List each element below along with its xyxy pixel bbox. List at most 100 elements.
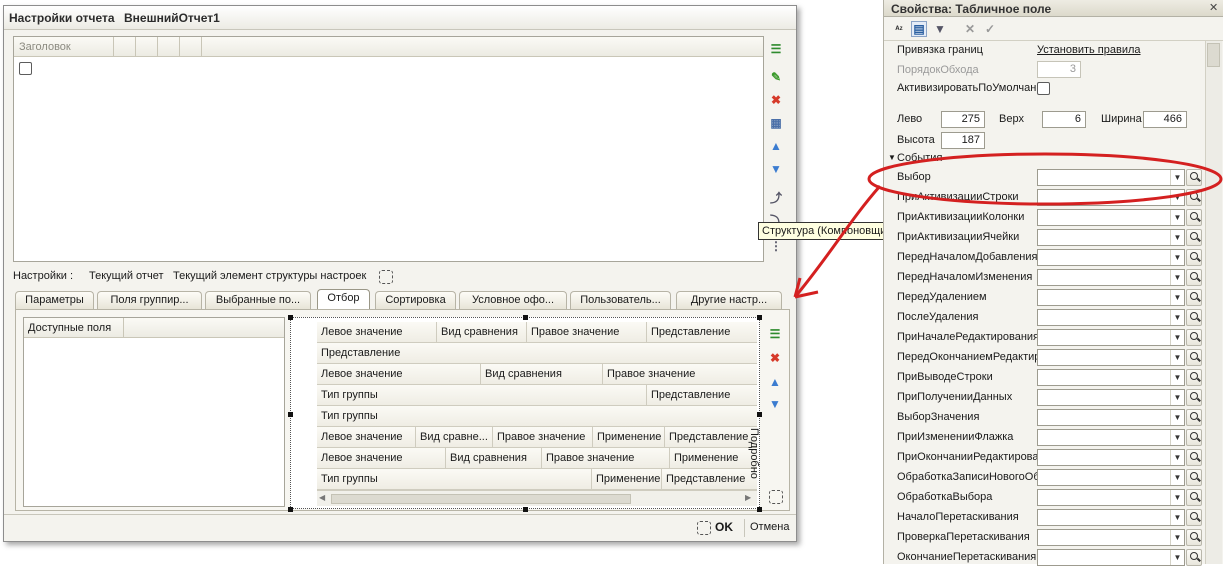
open-handler-icon[interactable] [1186,449,1202,466]
structure-tree[interactable]: Заголовок [13,36,764,262]
tab-parameters[interactable]: Параметры [15,291,94,310]
properties-icon[interactable]: ▦ [768,115,784,131]
open-handler-icon[interactable] [1186,529,1202,546]
tab-group-fields[interactable]: Поля группир... [97,291,202,310]
level-up-icon[interactable]: ⤴ [768,189,784,205]
event-handler-field[interactable]: ▼ [1037,449,1185,466]
move-down-icon[interactable]: ▼ [768,161,784,177]
ok-button[interactable]: OK [715,520,733,534]
open-handler-icon[interactable] [1186,269,1202,286]
dropdown-arrow-icon[interactable]: ▼ [1170,410,1184,425]
dropdown-arrow-icon[interactable]: ▼ [1170,330,1184,345]
open-handler-icon[interactable] [1186,469,1202,486]
tab-conditional-format[interactable]: Условное офо... [459,291,567,310]
dropdown-arrow-icon[interactable]: ▼ [1170,190,1184,205]
cancel-button[interactable]: Отмена [750,521,789,533]
filter-icon[interactable]: ▼ [932,21,948,37]
properties-scrollbar[interactable] [1205,41,1222,564]
sort-alphabetical-icon[interactable]: ᴬᶻ [891,21,907,37]
dropdown-arrow-icon[interactable]: ▼ [1170,390,1184,405]
tab-selected-fields[interactable]: Выбранные по... [205,291,311,310]
event-handler-field[interactable]: ▼ [1037,209,1185,226]
open-handler-icon[interactable] [1186,169,1202,186]
delete-icon[interactable]: ✖ [767,350,783,366]
edit-pencil-icon[interactable]: ✎ [768,69,784,85]
open-handler-icon[interactable] [1186,549,1202,566]
dropdown-arrow-icon[interactable]: ▼ [1170,510,1184,525]
event-handler-field[interactable]: ▼ [1037,409,1185,426]
scroll-thumb[interactable] [331,494,631,504]
use-checkbox[interactable] [19,62,32,75]
event-handler-field[interactable]: ▼ [1037,309,1185,326]
tab-user-fields[interactable]: Пользователь... [570,291,671,310]
selection-icon[interactable] [379,270,393,284]
detail-toggle[interactable]: Подробно [746,428,760,479]
event-handler-field[interactable]: ▼ [1037,369,1185,386]
dropdown-arrow-icon[interactable]: ▼ [1170,170,1184,185]
height-field[interactable]: 187 [941,132,985,149]
scroll-left-icon[interactable]: ◀ [319,493,325,502]
event-handler-field[interactable]: ▼ [1037,529,1185,546]
event-handler-field[interactable]: ▼ [1037,349,1185,366]
open-handler-icon[interactable] [1186,389,1202,406]
event-handler-field[interactable]: ▼ [1037,289,1185,306]
add-condition-icon[interactable]: ☰ [767,326,783,342]
tab-sorting[interactable]: Сортировка [375,291,456,310]
event-handler-field[interactable]: ▼ [1037,389,1185,406]
dropdown-arrow-icon[interactable]: ▼ [1170,350,1184,365]
event-handler-field[interactable]: ▼ [1037,489,1185,506]
tab-filter[interactable]: Отбор [317,289,370,310]
open-handler-icon[interactable] [1186,329,1202,346]
event-handler-field[interactable]: ▼ [1037,329,1185,346]
selection-icon[interactable] [769,490,783,504]
open-handler-icon[interactable] [1186,209,1202,226]
dropdown-arrow-icon[interactable]: ▼ [1170,230,1184,245]
tab-order-field[interactable]: 3 [1037,61,1081,78]
open-handler-icon[interactable] [1186,429,1202,446]
activate-default-checkbox[interactable] [1037,82,1050,95]
event-handler-field[interactable]: ▼ [1037,509,1185,526]
dropdown-arrow-icon[interactable]: ▼ [1170,430,1184,445]
dropdown-arrow-icon[interactable]: ▼ [1170,470,1184,485]
dropdown-arrow-icon[interactable]: ▼ [1170,370,1184,385]
clear-icon[interactable]: ✕ [962,21,978,37]
tab-other-settings[interactable]: Другие настр... [676,291,782,310]
more-icon[interactable]: ⋮ [768,238,784,254]
dropdown-arrow-icon[interactable]: ▼ [1170,450,1184,465]
scroll-thumb[interactable] [1207,43,1220,67]
current-element-link[interactable]: Текущий элемент структуры настроек [173,270,366,282]
scroll-right-icon[interactable]: ▶ [745,493,751,502]
close-icon[interactable]: ✕ [1209,1,1218,14]
event-handler-field[interactable]: ▼ [1037,469,1185,486]
open-handler-icon[interactable] [1186,229,1202,246]
event-handler-field[interactable]: ▼ [1037,269,1185,286]
set-rules-link[interactable]: Установить правила [1037,44,1141,56]
apply-icon[interactable]: ✓ [982,21,998,37]
open-handler-icon[interactable] [1186,409,1202,426]
top-field[interactable]: 6 [1042,111,1086,128]
dropdown-arrow-icon[interactable]: ▼ [1170,250,1184,265]
dropdown-arrow-icon[interactable]: ▼ [1170,210,1184,225]
delete-icon[interactable]: ✖ [768,92,784,108]
dropdown-arrow-icon[interactable]: ▼ [1170,490,1184,505]
open-handler-icon[interactable] [1186,249,1202,266]
event-handler-field[interactable]: ▼ [1037,229,1185,246]
move-up-icon[interactable]: ▲ [768,138,784,154]
categorized-icon[interactable]: ▤ [911,21,927,37]
event-handler-field[interactable]: ▼ [1037,549,1185,566]
dropdown-arrow-icon[interactable]: ▼ [1170,310,1184,325]
horizontal-scrollbar[interactable]: ◀ ▶ [317,490,757,506]
open-handler-icon[interactable] [1186,189,1202,206]
dropdown-arrow-icon[interactable]: ▼ [1170,550,1184,565]
left-field[interactable]: 275 [941,111,985,128]
width-field[interactable]: 466 [1143,111,1187,128]
add-group-icon[interactable]: ☰ [768,41,784,57]
move-up-icon[interactable]: ▲ [767,374,783,390]
selection-icon[interactable] [697,521,711,535]
event-handler-field[interactable]: ▼ [1037,189,1185,206]
dropdown-arrow-icon[interactable]: ▼ [1170,290,1184,305]
open-handler-icon[interactable] [1186,369,1202,386]
filter-table[interactable]: Левое значение Вид сравнения Правое знач… [288,315,762,512]
move-down-icon[interactable]: ▼ [767,396,783,412]
open-handler-icon[interactable] [1186,349,1202,366]
